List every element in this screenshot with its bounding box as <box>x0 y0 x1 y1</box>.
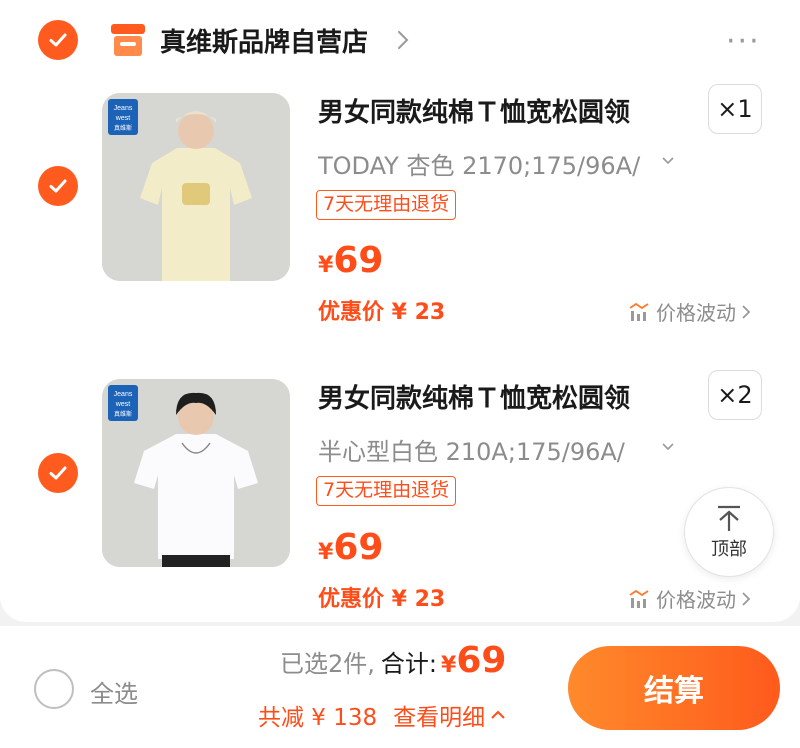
check-icon <box>49 179 67 193</box>
item-select-checkbox[interactable] <box>38 453 78 493</box>
checkout-button[interactable]: 结算 <box>568 646 780 730</box>
back-to-top-label: 顶部 <box>711 539 747 560</box>
price-trend-icon <box>629 589 649 608</box>
selected-count: 已选2件, <box>280 650 375 678</box>
promo-price: 优惠价 ¥ 23 <box>318 300 446 325</box>
store-icon <box>111 24 145 56</box>
product-title[interactable]: 男女同款纯棉Ｔ恤宽松圆领 <box>318 378 630 415</box>
item-price: ¥69 <box>318 527 384 568</box>
more-icon[interactable]: ··· <box>726 24 761 59</box>
cart-store-card: 真维斯品牌自营店 ··· Jeans west 真维斯 男女同款纯棉Ｔ恤宽松圆领… <box>0 0 800 622</box>
svg-text:west: west <box>115 401 130 408</box>
arrow-up-icon <box>718 505 740 531</box>
chevron-down-icon[interactable] <box>662 156 674 166</box>
product-thumbnail[interactable]: Jeans west 真维斯 <box>102 93 290 281</box>
svg-text:west: west <box>115 115 130 122</box>
price-trend-link[interactable]: 价格波动 <box>628 584 758 613</box>
saved-amount: 共减 ¥ 138 <box>258 705 378 731</box>
return-policy-badge: 7天无理由退货 <box>316 476 457 506</box>
chevron-up-icon <box>491 710 505 719</box>
item-select-checkbox[interactable] <box>38 166 78 206</box>
promo-price: 优惠价 ¥ 23 <box>318 587 446 612</box>
check-icon <box>49 466 67 480</box>
return-policy-badge: 7天无理由退货 <box>316 190 457 220</box>
product-thumbnail[interactable]: Jeans west 真维斯 <box>102 379 290 567</box>
checkout-bar: 全选 已选2件, 合计: ¥ 69 共减 ¥ 138 查看明细 结算 <box>0 626 800 748</box>
total-label: 合计: <box>380 650 437 678</box>
chevron-right-icon[interactable] <box>396 28 410 52</box>
svg-text:真维斯: 真维斯 <box>114 124 132 132</box>
total-currency: ¥ <box>441 653 457 678</box>
check-icon <box>49 33 67 47</box>
price-trend-icon <box>629 302 649 321</box>
view-details-link[interactable]: 查看明细 <box>393 698 485 732</box>
product-title[interactable]: 男女同款纯棉Ｔ恤宽松圆领 <box>318 92 630 129</box>
select-all-label[interactable]: 全选 <box>90 674 138 709</box>
order-summary: 已选2件, 合计: ¥ 69 <box>280 640 506 681</box>
store-select-checkbox[interactable] <box>38 20 78 60</box>
store-name[interactable]: 真维斯品牌自营店 <box>160 22 368 59</box>
svg-text:Jeans: Jeans <box>114 391 133 398</box>
back-to-top-button[interactable]: 顶部 <box>684 487 774 577</box>
sku-selector[interactable]: 半心型白色 210A;175/96A/ <box>318 432 625 467</box>
chevron-right-icon <box>742 591 751 606</box>
svg-text:真维斯: 真维斯 <box>114 410 132 418</box>
item-price: ¥69 <box>318 240 384 281</box>
quantity-button[interactable]: ×1 <box>708 84 762 134</box>
total-amount: 69 <box>456 640 507 681</box>
chevron-down-icon[interactable] <box>662 442 674 452</box>
quantity-button[interactable]: ×2 <box>708 370 762 420</box>
svg-text:Jeans: Jeans <box>114 105 133 112</box>
price-trend-link[interactable]: 价格波动 <box>628 297 758 326</box>
select-all-checkbox[interactable] <box>34 669 74 709</box>
chevron-right-icon <box>742 304 751 319</box>
sku-selector[interactable]: TODAY 杏色 2170;175/96A/ <box>318 146 640 181</box>
discount-summary[interactable]: 共减 ¥ 138 查看明细 <box>258 698 507 732</box>
